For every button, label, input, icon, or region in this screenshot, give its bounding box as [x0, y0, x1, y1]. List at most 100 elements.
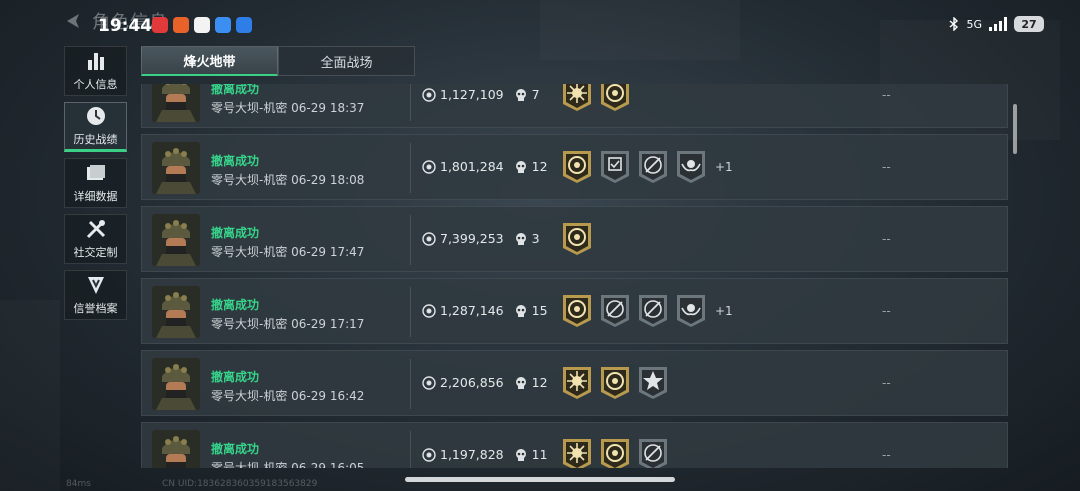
ping-indicator: 84ms — [66, 479, 91, 489]
skull-icon — [515, 376, 526, 389]
sidebar-item-credit-record[interactable]: 信誉档案 — [64, 270, 127, 320]
loot-value: 1,801,284 12 — [422, 159, 548, 174]
sidebar-item-social-custom[interactable]: 社交定制 — [64, 214, 127, 264]
match-record-row[interactable]: 撤离成功 零号大坝-机密 06-29 16:05 1,197,828 11 -- — [141, 422, 1008, 468]
sidebar-item-label: 详细数据 — [73, 190, 118, 203]
map-and-time: 零号大坝-机密 06-29 18:37 — [211, 101, 365, 115]
status-bar: 角色信息 19:44 5G 27 — [0, 0, 1080, 44]
notification-app-icon — [236, 17, 252, 33]
notification-app-icon — [194, 17, 210, 33]
operator-avatar — [152, 430, 200, 468]
silver-check-badge-icon[interactable] — [600, 150, 630, 184]
gold-ring-badge-icon[interactable] — [600, 438, 630, 468]
clock-icon — [86, 107, 105, 125]
loot-value: 2,206,856 12 — [422, 375, 548, 390]
operator-avatar — [152, 84, 200, 122]
sidebar-item-label: 社交定制 — [73, 246, 118, 259]
badge-list — [562, 366, 668, 400]
gold-sun-badge-icon[interactable] — [562, 84, 592, 112]
match-record-row[interactable]: 撤离成功 零号大坝-机密 06-29 17:17 1,287,146 15 +1… — [141, 278, 1008, 344]
more-badges-count: +1 — [715, 160, 733, 174]
notification-app-icon — [173, 17, 189, 33]
silver-wing-badge-icon[interactable] — [676, 150, 706, 184]
tab-hazard-zone[interactable]: 烽火地带 — [141, 46, 278, 76]
bar-chart-icon — [87, 53, 104, 70]
folder-icon — [86, 165, 105, 180]
sidebar-item-detailed-data[interactable]: 详细数据 — [64, 158, 127, 208]
gold-ring-badge-icon[interactable] — [562, 294, 592, 328]
gold-ring-badge-icon[interactable] — [562, 222, 592, 256]
tab-full-battlefield[interactable]: 全面战场 — [278, 46, 415, 76]
silver-target-badge-icon[interactable] — [600, 294, 630, 328]
map-and-time: 零号大坝-机密 06-29 18:08 — [211, 173, 365, 187]
gold-sun-badge-icon[interactable] — [562, 438, 592, 468]
silver-wing-badge-icon[interactable] — [676, 294, 706, 328]
match-record-row[interactable]: 撤离成功 零号大坝-机密 06-29 17:47 7,399,253 3 -- — [141, 206, 1008, 272]
empty-stat: -- — [882, 160, 891, 174]
loot-value-text: 1,801,284 — [440, 159, 504, 174]
kill-count: 12 — [531, 159, 548, 174]
silver-target-badge-icon[interactable] — [638, 150, 668, 184]
notification-icons — [152, 17, 252, 33]
row-divider — [410, 431, 411, 468]
match-history-list[interactable]: 撤离成功 零号大坝-机密 06-29 18:37 1,127,109 7 -- … — [141, 84, 1008, 468]
row-divider — [410, 143, 411, 193]
kill-count: 12 — [531, 375, 548, 390]
mode-tabs: 烽火地带 全面战场 — [141, 46, 415, 76]
tools-icon — [86, 220, 105, 239]
gold-sun-badge-icon[interactable] — [562, 366, 592, 400]
scrollbar[interactable] — [1013, 104, 1017, 154]
loot-value: 1,197,828 11 — [422, 447, 548, 462]
player-uid: CN UID:18362836035918356382​9 — [162, 479, 318, 489]
skull-icon — [515, 448, 526, 461]
sidebar-item-label: 历史战绩 — [73, 133, 118, 146]
notification-app-icon — [152, 17, 168, 33]
loot-value: 7,399,253 3 — [422, 231, 540, 246]
sidebar-item-label: 个人信息 — [73, 78, 118, 91]
silver-star-badge-icon[interactable] — [638, 366, 668, 400]
sidebar-item-label: 信誉档案 — [73, 302, 118, 315]
silver-target-badge-icon[interactable] — [638, 438, 668, 468]
badge-list — [562, 84, 630, 112]
coin-icon — [422, 231, 436, 246]
kill-count: 15 — [531, 303, 548, 318]
extraction-status: 撤离成功 — [211, 370, 260, 384]
coin-icon — [422, 159, 436, 174]
sidebar-item-personal-info[interactable]: 个人信息 — [64, 46, 127, 96]
map-and-time: 零号大坝-机密 06-29 16:42 — [211, 389, 365, 403]
badge-list: +1 — [562, 294, 733, 328]
badge-list — [562, 438, 668, 468]
skull-icon — [515, 160, 526, 173]
extraction-status: 撤离成功 — [211, 298, 260, 312]
extraction-status: 撤离成功 — [211, 84, 260, 96]
kill-count: 7 — [531, 87, 540, 102]
map-and-time: 零号大坝-机密 06-29 16:05 — [211, 461, 365, 468]
loot-value-text: 1,287,146 — [440, 303, 504, 318]
gold-ring-badge-icon[interactable] — [600, 366, 630, 400]
clock: 19:44 — [98, 16, 153, 36]
loot-value-text: 1,127,109 — [440, 87, 504, 102]
row-divider — [410, 84, 411, 121]
operator-avatar — [152, 358, 200, 410]
kill-count: 3 — [531, 231, 540, 246]
match-record-row[interactable]: 撤离成功 零号大坝-机密 06-29 16:42 2,206,856 12 -- — [141, 350, 1008, 416]
battery-indicator: 27 — [1014, 16, 1044, 32]
network-type: 5G — [966, 17, 982, 31]
extraction-status: 撤离成功 — [211, 442, 260, 456]
match-record-row[interactable]: 撤离成功 零号大坝-机密 06-29 18:37 1,127,109 7 -- — [141, 84, 1008, 128]
match-record-row[interactable]: 撤离成功 零号大坝-机密 06-29 18:08 1,801,284 12 +1… — [141, 134, 1008, 200]
home-indicator[interactable] — [405, 477, 675, 482]
silver-target-badge-icon[interactable] — [638, 294, 668, 328]
badge-list: +1 — [562, 150, 733, 184]
gold-ring-badge-icon[interactable] — [562, 150, 592, 184]
empty-stat: -- — [882, 304, 891, 318]
badge-list — [562, 222, 592, 256]
operator-avatar — [152, 286, 200, 338]
sidebar: 个人信息 历史战绩 详细数据 社交定制 信誉档案 — [64, 46, 127, 326]
skull-icon — [515, 232, 526, 245]
signal-icon — [989, 17, 1007, 31]
sidebar-item-history[interactable]: 历史战绩 — [64, 102, 127, 152]
gold-ring-badge-icon[interactable] — [600, 84, 630, 112]
loot-value: 1,127,109 7 — [422, 87, 540, 102]
row-divider — [410, 215, 411, 265]
